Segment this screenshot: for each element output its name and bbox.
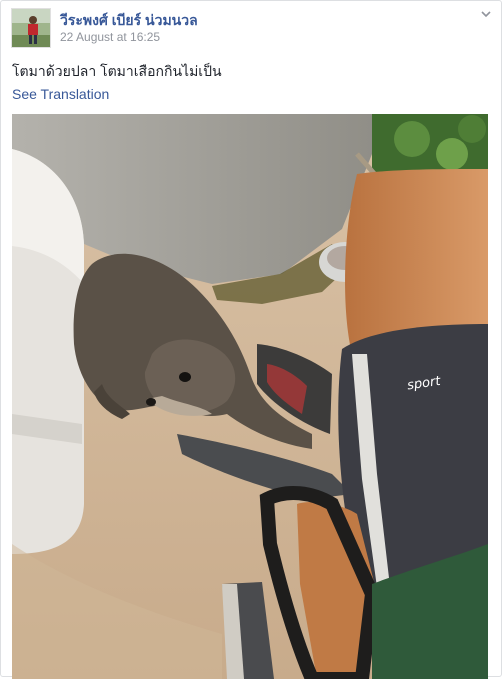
post-photo[interactable]: sport — [12, 114, 488, 679]
author-name-link[interactable]: วีระพงศ์ เบียร์ น่วมนวล — [60, 10, 198, 32]
post-card: วีระพงศ์ เบียร์ น่วมนวล 22 August at 16:… — [0, 0, 502, 679]
author-avatar[interactable] — [11, 8, 51, 48]
post-text: โตมาด้วยปลา โตมาเสือกกินไม่เป็น — [12, 63, 222, 79]
see-translation-link[interactable]: See Translation — [12, 86, 109, 102]
post-timestamp[interactable]: 22 August at 16:25 — [60, 30, 160, 44]
chevron-down-icon[interactable] — [479, 7, 493, 21]
avatar-image — [12, 9, 50, 47]
